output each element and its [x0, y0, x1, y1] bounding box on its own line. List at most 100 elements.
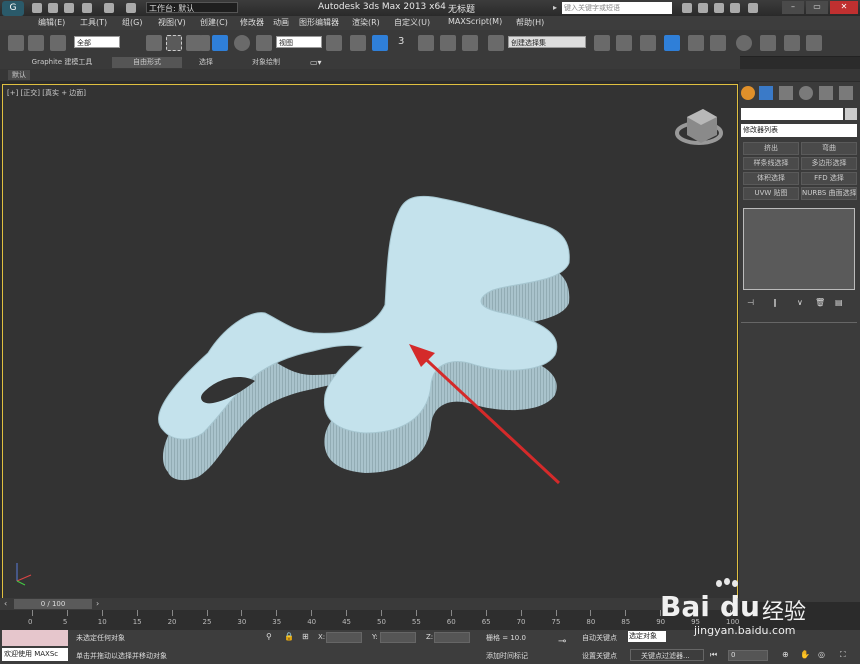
- menu-views[interactable]: 视图(V): [158, 17, 186, 28]
- pivot-center-icon[interactable]: [326, 35, 342, 51]
- app-logo-icon[interactable]: G: [2, 1, 24, 16]
- select-by-name-icon[interactable]: [166, 35, 182, 51]
- modifier-button[interactable]: 多边形选择: [801, 157, 857, 170]
- menu-edit[interactable]: 编辑(E): [38, 17, 65, 28]
- graphite-toggle-icon[interactable]: [664, 35, 680, 51]
- set-key-button[interactable]: 设置关键点: [582, 651, 617, 661]
- utilities-panel-icon[interactable]: [839, 86, 853, 100]
- spinner-snap-icon[interactable]: [462, 35, 478, 51]
- z-coordinate-field[interactable]: [434, 632, 470, 643]
- edit-named-selection-icon[interactable]: [488, 35, 504, 51]
- unlink-icon[interactable]: [28, 35, 44, 51]
- snap-toggle-icon[interactable]: 3: [398, 36, 404, 47]
- make-unique-icon[interactable]: ∨: [797, 298, 803, 307]
- menu-maxscript[interactable]: MAXScript(M): [448, 17, 502, 26]
- help-icon[interactable]: [748, 3, 758, 13]
- undo-icon[interactable]: [82, 3, 92, 13]
- curve-editor-icon[interactable]: [688, 35, 704, 51]
- zoom-icon[interactable]: ⊕: [782, 650, 789, 659]
- tab-graphite-modeling[interactable]: Graphite 建模工具: [14, 57, 110, 68]
- hierarchy-panel-icon[interactable]: [779, 86, 793, 100]
- subscription-icon[interactable]: [698, 3, 708, 13]
- window-crossing-icon[interactable]: [200, 35, 210, 51]
- go-to-start-icon[interactable]: ⏮: [710, 650, 717, 660]
- ribbon-options-icon[interactable]: ▭▾: [310, 58, 322, 67]
- motion-panel-icon[interactable]: [799, 86, 813, 100]
- link-icon[interactable]: [8, 35, 24, 51]
- x-coordinate-field[interactable]: [326, 632, 362, 643]
- select-icon[interactable]: [146, 35, 162, 51]
- open-icon[interactable]: [48, 3, 58, 13]
- render-production-icon[interactable]: [806, 35, 822, 51]
- configure-sets-icon[interactable]: ▤: [835, 298, 843, 307]
- tab-object-paint[interactable]: 对象绘制: [236, 57, 296, 68]
- menu-help[interactable]: 帮助(H): [516, 17, 544, 28]
- y-coordinate-field[interactable]: [380, 632, 416, 643]
- save-icon[interactable]: [64, 3, 74, 13]
- close-icon[interactable]: ✕: [830, 1, 858, 14]
- viewport-perspective[interactable]: [+] [正交] [真实 + 边面]: [2, 84, 738, 600]
- move-icon[interactable]: [212, 35, 228, 51]
- track-bar[interactable]: 0 5 10 15 20 25 30 35 40 45 50 55 60 65 70 75 80 85 90 95 10…: [0, 610, 740, 630]
- workspace-dropdown[interactable]: 工作台: 默认: [146, 2, 238, 13]
- modifier-button[interactable]: FFD 选择: [801, 172, 857, 185]
- keyboard-shortcut-icon[interactable]: [372, 35, 388, 51]
- menu-create[interactable]: 创建(C): [200, 17, 228, 28]
- tab-freeform[interactable]: 自由形式: [112, 57, 182, 68]
- layer-manager-icon[interactable]: [640, 35, 656, 51]
- pan-icon[interactable]: ✋: [800, 650, 810, 659]
- selection-filter-dropdown[interactable]: 全部: [74, 36, 120, 48]
- modifier-button[interactable]: 样条线选择: [743, 157, 799, 170]
- object-name-field[interactable]: [741, 108, 843, 120]
- pin-stack-icon[interactable]: ⊣: [747, 298, 754, 307]
- modifier-stack[interactable]: [743, 208, 855, 290]
- menu-modifiers[interactable]: 修改器: [240, 17, 264, 28]
- minimize-icon[interactable]: –: [782, 1, 804, 14]
- time-slider-prev-icon[interactable]: ‹: [4, 599, 7, 608]
- select-manipulate-icon[interactable]: [350, 35, 366, 51]
- modify-panel-icon[interactable]: [759, 86, 773, 100]
- tools-icon[interactable]: [714, 3, 724, 13]
- object-color-swatch[interactable]: [845, 108, 857, 120]
- binoculars-icon[interactable]: [682, 3, 692, 13]
- scale-icon[interactable]: [256, 35, 272, 51]
- rotate-icon[interactable]: [234, 35, 250, 51]
- render-setup-icon[interactable]: [760, 35, 776, 51]
- modifier-button[interactable]: 弯曲: [801, 142, 857, 155]
- tab-selection[interactable]: 选择: [186, 57, 226, 68]
- angle-snap-icon[interactable]: [418, 35, 434, 51]
- current-frame-field[interactable]: 0: [728, 650, 768, 661]
- time-slider-thumb[interactable]: 0 / 100: [14, 599, 92, 609]
- restore-icon[interactable]: ▭: [806, 1, 828, 14]
- create-panel-icon[interactable]: [741, 86, 755, 100]
- modifier-button[interactable]: 体积选择: [743, 172, 799, 185]
- orbit-icon[interactable]: ◎: [818, 650, 825, 659]
- bind-spacewarp-icon[interactable]: [50, 35, 66, 51]
- material-editor-icon[interactable]: [736, 35, 752, 51]
- reference-coordinate-dropdown[interactable]: 视图: [276, 36, 322, 48]
- named-selection-dropdown[interactable]: 创建选择集: [508, 36, 586, 48]
- lock-icon[interactable]: 🔒: [284, 632, 294, 641]
- time-slider-next-icon[interactable]: ›: [96, 599, 99, 608]
- rendered-frame-icon[interactable]: [784, 35, 800, 51]
- menu-rendering[interactable]: 渲染(R): [352, 17, 380, 28]
- schematic-view-icon[interactable]: [710, 35, 726, 51]
- viewcube[interactable]: [675, 109, 723, 145]
- maximize-viewport-icon[interactable]: ⛶: [840, 650, 846, 660]
- align-icon[interactable]: [616, 35, 632, 51]
- absolute-mode-icon[interactable]: ⊞: [302, 632, 309, 641]
- modifier-button[interactable]: NURBS 曲面选择: [801, 187, 857, 200]
- isolate-icon[interactable]: ⚲: [266, 632, 272, 641]
- display-panel-icon[interactable]: [819, 86, 833, 100]
- mirror-icon[interactable]: [594, 35, 610, 51]
- menu-graph-editors[interactable]: 图形编辑器: [299, 17, 339, 28]
- modifier-list-dropdown[interactable]: 修改器列表: [741, 124, 857, 137]
- show-end-result-icon[interactable]: ∥: [773, 298, 777, 307]
- remove-modifier-icon[interactable]: 🗑: [815, 298, 825, 307]
- modifier-button[interactable]: UVW 贴图: [743, 187, 799, 200]
- key-filters-button[interactable]: 关键点过滤器...: [630, 649, 704, 661]
- star-icon[interactable]: [730, 3, 740, 13]
- auto-key-button[interactable]: 自动关键点: [582, 633, 617, 643]
- menu-group[interactable]: 组(G): [122, 17, 142, 28]
- ribbon-subtab-default[interactable]: 默认: [8, 70, 30, 80]
